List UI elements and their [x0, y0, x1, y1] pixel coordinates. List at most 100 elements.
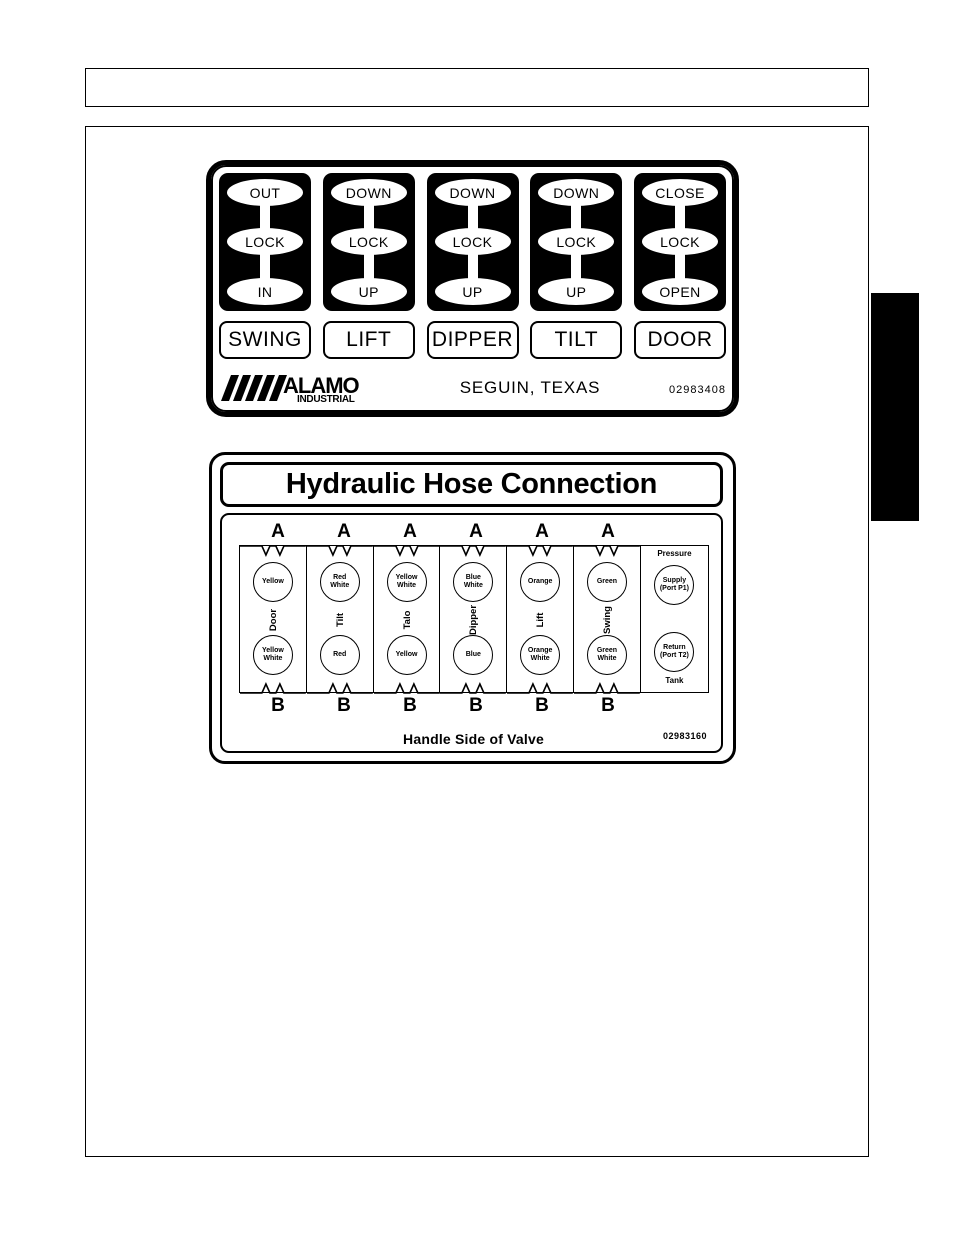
- hose-color-line: White: [530, 655, 550, 662]
- switch-name-door: DOOR: [634, 321, 726, 359]
- port-a-label-row: A A A A A A: [239, 521, 709, 542]
- switch-name-swing: SWING: [219, 321, 311, 359]
- handle-side-of-valve-caption: Handle Side of Valve: [403, 731, 544, 747]
- port-a-label-lift: A: [535, 521, 549, 542]
- port-b-label-swing: B: [601, 695, 615, 716]
- control-switch-decal: OUT LOCK IN DOWN LOCK UP DOWN LOCK UP DO…: [206, 160, 739, 417]
- valve-section-dipper: Blue White Dipper Blue: [440, 544, 508, 694]
- switch-position-top[interactable]: CLOSE: [642, 179, 718, 206]
- valve-section-tilt: Red White Tilt Red: [306, 544, 374, 694]
- hydraulic-hose-connection-decal: Hydraulic Hose Connection A A A A A A Ye…: [209, 452, 736, 764]
- switch-position-middle[interactable]: LOCK: [227, 228, 303, 255]
- hose-color-line: White: [597, 655, 617, 662]
- spool-notch-bottom-icon: [373, 681, 440, 694]
- switch-position-top[interactable]: DOWN: [330, 179, 407, 206]
- switch-panel-door[interactable]: CLOSE LOCK OPEN: [634, 173, 726, 311]
- port-b-circle-tilt: Red: [319, 635, 360, 675]
- switch-panel-lift[interactable]: DOWN LOCK UP: [322, 173, 415, 311]
- switch-position-bottom[interactable]: UP: [330, 278, 407, 305]
- switch-panel-swing[interactable]: OUT LOCK IN: [219, 173, 311, 311]
- spool-notch-bottom-icon: [306, 681, 373, 694]
- port-b-circle-lift: Orange White: [520, 635, 561, 675]
- spool-notch-top-icon: [574, 544, 640, 557]
- switch-position-middle[interactable]: LOCK: [538, 228, 615, 255]
- port-b-circle-door: Yellow White: [252, 635, 293, 675]
- hose-color-line: White: [263, 655, 283, 662]
- port-b-label-tilt: B: [337, 695, 351, 716]
- spool-notch-bottom-icon: [440, 681, 507, 694]
- hose-color-line: Green: [596, 578, 618, 586]
- return-label: Return: [663, 644, 686, 652]
- hose-color-line: Red: [333, 574, 347, 582]
- manufacturer-location: SEGUIN, TEXAS: [459, 378, 601, 397]
- port-b-label-talo: B: [403, 695, 417, 716]
- switch-position-top[interactable]: DOWN: [434, 179, 511, 206]
- spool-notch-bottom-icon: [574, 681, 640, 694]
- hose-color-line: Orange: [527, 578, 553, 586]
- port-b-circle-talo: Yellow: [386, 635, 427, 675]
- hose-color-line: White: [330, 582, 350, 589]
- supply-port-circle: Supply (Port P1): [654, 565, 695, 605]
- valve-spool-table: Yellow Door Yellow White Red White Tilt …: [239, 544, 709, 694]
- hose-decal-part-number: 02983160: [662, 731, 707, 741]
- hose-decal-body: A A A A A A Yellow Door Yellow White Red…: [220, 513, 723, 753]
- spool-notch-top-icon: [240, 544, 306, 557]
- page-header-box: [85, 68, 869, 107]
- svg-text:INDUSTRIAL: INDUSTRIAL: [297, 394, 355, 403]
- hose-color-line: Yellow: [395, 651, 418, 659]
- valve-section-lift: Orange Lift Orange White: [507, 544, 575, 694]
- hose-color-line: Orange: [527, 647, 553, 655]
- port-a-label-dipper: A: [469, 521, 483, 542]
- hose-decal-title-box: Hydraulic Hose Connection: [220, 462, 723, 507]
- switch-name-tilt: TILT: [530, 321, 623, 359]
- switch-panel-tilt[interactable]: DOWN LOCK UP: [530, 173, 623, 311]
- switch-position-bottom[interactable]: IN: [227, 278, 303, 305]
- port-b-circle-swing: Green White: [586, 635, 627, 675]
- valve-section-door: Yellow Door Yellow White: [240, 544, 307, 694]
- return-port-id: (Port T2): [660, 652, 689, 659]
- port-b-label-door: B: [271, 695, 285, 716]
- valve-section-talo: Yellow White Talo Yellow: [373, 544, 441, 694]
- switch-position-bottom[interactable]: UP: [538, 278, 615, 305]
- hose-color-line: Yellow: [395, 574, 418, 582]
- supply-port-id: (Port P1): [659, 585, 690, 592]
- page-edge-tab-marker: [871, 293, 919, 521]
- hose-color-line: White: [397, 582, 417, 589]
- spool-notch-top-icon: [373, 544, 440, 557]
- hose-color-line: Green: [596, 647, 618, 655]
- switch-panel-row: OUT LOCK IN DOWN LOCK UP DOWN LOCK UP DO…: [219, 173, 726, 311]
- spool-notch-top-icon: [306, 544, 373, 557]
- hose-decal-title: Hydraulic Hose Connection: [285, 468, 658, 500]
- port-b-label-dipper: B: [469, 695, 483, 716]
- switch-position-bottom[interactable]: OPEN: [642, 278, 718, 305]
- spool-notch-bottom-icon: [240, 681, 306, 694]
- hose-color-line: White: [463, 582, 483, 589]
- switch-name-dipper: DIPPER: [426, 321, 519, 359]
- port-a-label-tilt: A: [337, 521, 351, 542]
- switch-position-top[interactable]: OUT: [227, 179, 303, 206]
- switch-decal-part-number: 02983408: [669, 384, 726, 396]
- switch-position-middle[interactable]: LOCK: [434, 228, 511, 255]
- switch-name-row: SWING LIFT DIPPER TILT DOOR: [219, 321, 726, 359]
- port-a-label-door: A: [271, 521, 285, 542]
- hose-color-line: Blue: [465, 574, 481, 582]
- port-b-label-lift: B: [535, 695, 549, 716]
- hose-color-line: Yellow: [262, 578, 284, 586]
- switch-position-middle[interactable]: LOCK: [642, 228, 718, 255]
- spool-notch-top-icon: [507, 544, 574, 557]
- switch-position-middle[interactable]: LOCK: [330, 228, 407, 255]
- port-b-circle-dipper: Blue: [453, 635, 494, 675]
- switch-name-lift: LIFT: [322, 321, 415, 359]
- decal-footer: ALAMO INDUSTRIAL SEGUIN, TEXAS 02983408: [219, 370, 726, 406]
- switch-position-bottom[interactable]: UP: [434, 278, 511, 305]
- supply-label: Supply: [662, 577, 687, 585]
- alamo-industrial-logo: ALAMO INDUSTRIAL: [221, 373, 361, 403]
- switch-position-top[interactable]: DOWN: [538, 179, 615, 206]
- spool-notch-bottom-icon: [507, 681, 574, 694]
- tank-caption: Tank: [665, 676, 684, 685]
- pressure-caption: Pressure: [657, 549, 692, 558]
- spool-notch-top-icon: [440, 544, 507, 557]
- return-port-circle: Return (Port T2): [654, 632, 695, 672]
- port-a-label-talo: A: [403, 521, 417, 542]
- switch-panel-dipper[interactable]: DOWN LOCK UP: [426, 173, 519, 311]
